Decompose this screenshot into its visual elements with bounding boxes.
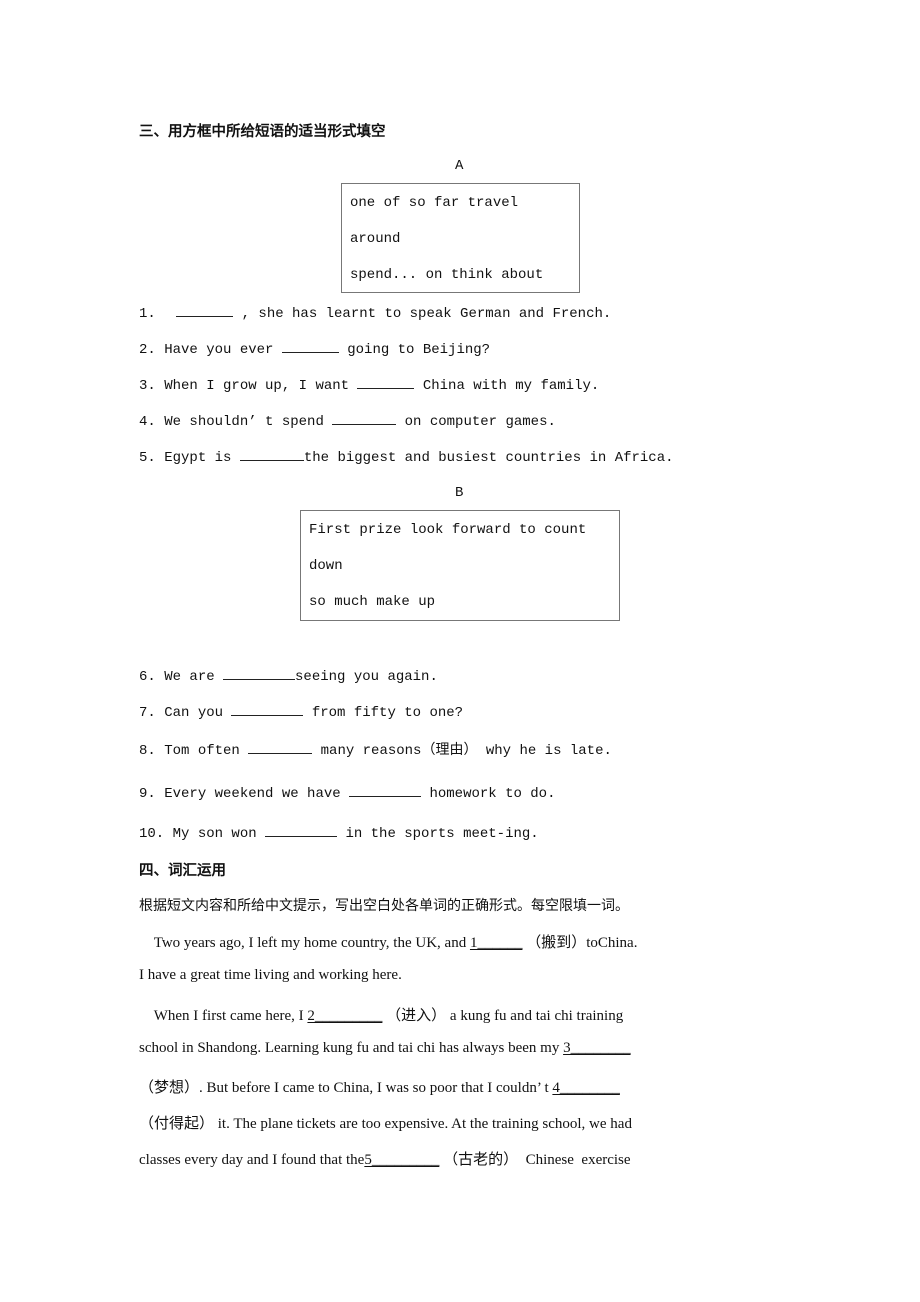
- question-text: the biggest and busiest countries in Afr…: [303, 450, 674, 466]
- phrase-box-b-line: so much make up: [309, 594, 436, 610]
- question-number: 7.: [139, 705, 156, 721]
- phrase-box-b-line: down: [309, 558, 343, 574]
- question-text: on computer games.: [396, 414, 556, 430]
- question-text: My son won: [172, 826, 266, 842]
- answer-blank[interactable]: [265, 824, 338, 837]
- question-number: 8.: [139, 743, 156, 759]
- answer-blank[interactable]: [176, 304, 234, 317]
- phrase-box-a-line: one of so far travel: [350, 195, 519, 211]
- answer-blank[interactable]: [357, 376, 415, 389]
- question-4: 4. We shouldn’ t spend on computer games…: [139, 412, 556, 430]
- section-3-heading: 三、用方框中所给短语的适当形式填空: [139, 124, 386, 140]
- passage-text: When I first came here, I: [139, 1008, 308, 1024]
- passage-line: classes every day and I found that the5_…: [139, 1148, 631, 1169]
- question-text: Have you ever: [164, 342, 282, 358]
- box-a-label: A: [455, 158, 464, 174]
- passage-text: （搬到）toChina.: [522, 935, 638, 951]
- question-3: 3. When I grow up, I want China with my …: [139, 376, 599, 394]
- passage-text: Two years ago, I left my home country, t…: [139, 935, 470, 951]
- passage-text: （进入） a kung fu and tai chi training: [382, 1008, 624, 1024]
- answer-blank[interactable]: [332, 412, 397, 425]
- question-5: 5. Egypt is the biggest and busiest coun…: [139, 448, 674, 466]
- box-b-label: B: [455, 485, 464, 501]
- passage-line: school in Shandong. Learning kung fu and…: [139, 1040, 631, 1057]
- phrase-box-a: one of so far travel around spend... on …: [341, 183, 580, 293]
- answer-blank[interactable]: [248, 741, 313, 754]
- question-number: 2.: [139, 342, 156, 358]
- question-text: We are: [164, 669, 224, 685]
- question-number: 3.: [139, 378, 156, 394]
- passage-text: school in Shandong. Learning kung fu and…: [139, 1040, 564, 1056]
- answer-blank[interactable]: [349, 784, 422, 797]
- question-10: 10. My son won in the sports meet-ing.: [139, 824, 539, 842]
- passage-text: classes every day and I found that the: [139, 1152, 365, 1168]
- question-number: 10.: [139, 826, 165, 842]
- passage-line: Two years ago, I left my home country, t…: [139, 931, 638, 952]
- question-6: 6. We are seeing you again.: [139, 667, 438, 685]
- question-text: Tom often: [164, 743, 249, 759]
- question-text: going to Beijing?: [338, 342, 491, 358]
- phrase-box-a-line: around: [350, 231, 401, 247]
- question-text: We shouldn’ t spend: [164, 414, 333, 430]
- question-8: 8. Tom often many reasons（理由） why he is …: [139, 739, 612, 759]
- phrase-box-a-line: spend... on think about: [350, 267, 544, 283]
- question-text: Every weekend we have: [164, 786, 350, 802]
- question-text: many reasons（理由） why he is late.: [312, 743, 612, 759]
- question-text: Egypt is: [164, 450, 240, 466]
- passage-line: （付得起） it. The plane tickets are too expe…: [139, 1112, 632, 1133]
- passage-line: I have a great time living and working h…: [139, 967, 402, 984]
- question-7: 7. Can you from fifty to one?: [139, 703, 463, 721]
- answer-blank[interactable]: [223, 667, 296, 680]
- question-text: When I grow up, I want: [164, 378, 358, 394]
- question-9: 9. Every weekend we have homework to do.: [139, 784, 555, 802]
- question-text: from fifty to one?: [303, 705, 464, 721]
- passage-blank-1[interactable]: 1______: [470, 935, 523, 951]
- section-4-instruction: 根据短文内容和所给中文提示，写出空白处各单词的正确形式。每空限填一词。: [139, 898, 629, 914]
- passage-blank-5[interactable]: 5_________: [364, 1152, 439, 1168]
- question-text: homework to do.: [421, 786, 556, 802]
- question-number: 4.: [139, 414, 156, 430]
- question-text: Can you: [164, 705, 232, 721]
- passage-line: （梦想）. But before I came to China, I was …: [139, 1076, 620, 1097]
- question-2: 2. Have you ever going to Beijing?: [139, 340, 490, 358]
- passage-blank-4[interactable]: 4________: [552, 1080, 620, 1096]
- section-4-heading: 四、词汇运用: [139, 863, 226, 879]
- question-number: 1.: [139, 306, 156, 322]
- question-1: 1. , she has learnt to speak German and …: [139, 304, 611, 322]
- answer-blank[interactable]: [281, 340, 339, 353]
- answer-blank[interactable]: [239, 448, 304, 461]
- phrase-box-b: First prize look forward to count down s…: [300, 510, 620, 621]
- phrase-box-b-line: First prize look forward to count: [309, 522, 587, 538]
- passage-text: I have a great time living and working h…: [139, 967, 402, 983]
- question-text: in the sports meet-ing.: [337, 826, 539, 842]
- passage-line: When I first came here, I 2_________ （进入…: [139, 1004, 623, 1025]
- answer-blank[interactable]: [231, 703, 304, 716]
- question-number: 6.: [139, 669, 156, 685]
- question-number: 9.: [139, 786, 156, 802]
- passage-blank-3[interactable]: 3________: [563, 1040, 631, 1056]
- question-text: China with my family.: [414, 378, 600, 394]
- document-page: 三、用方框中所给短语的适当形式填空 A one of so far travel…: [0, 0, 920, 1302]
- passage-text: （付得起） it. The plane tickets are too expe…: [139, 1116, 632, 1132]
- passage-text: （古老的） Chinese exercise: [439, 1152, 631, 1168]
- passage-text: （梦想）. But before I came to China, I was …: [139, 1080, 553, 1096]
- passage-blank-2[interactable]: 2_________: [307, 1008, 382, 1024]
- question-text: seeing you again.: [295, 669, 438, 685]
- question-number: 5.: [139, 450, 156, 466]
- question-text: , she has learnt to speak German and Fre…: [233, 306, 612, 322]
